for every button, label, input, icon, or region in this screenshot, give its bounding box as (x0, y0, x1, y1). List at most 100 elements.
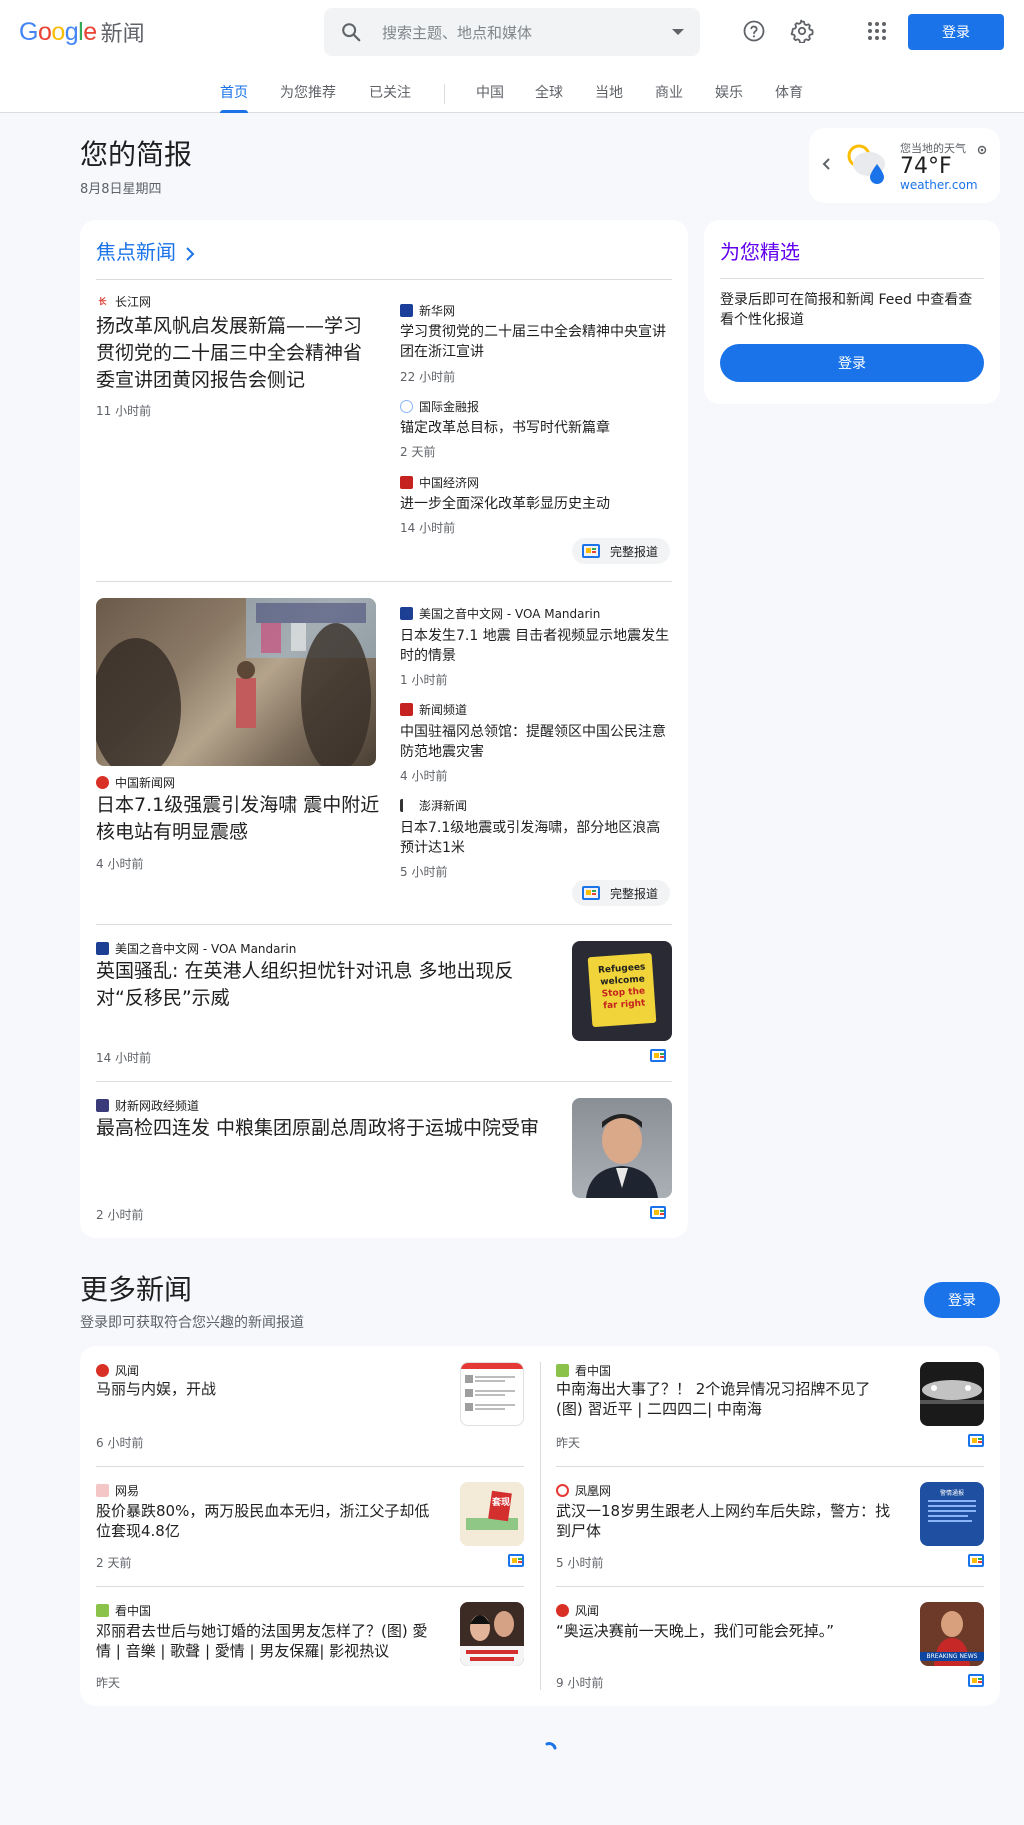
weather-source-link[interactable]: weather.com (900, 178, 978, 192)
official-portrait-image[interactable] (572, 1098, 672, 1198)
full-coverage-icon[interactable] (650, 1206, 666, 1219)
headline-link[interactable]: “奥运决赛前一天晚上，我们可能会死掉。” (556, 1621, 896, 1641)
picks-sign-in-button[interactable]: 登录 (720, 344, 984, 382)
headline-link[interactable]: 中南海出大事了？！ 2个诡异情况习招牌不见了(图) 習近平 | 二四四二| 中南… (556, 1379, 896, 1419)
headline-link[interactable]: 邓丽君去世后与她订婚的法国男友怎样了？(图) 愛情 | 音樂 | 歌聲 | 愛情… (96, 1621, 436, 1661)
headline-link[interactable]: 武汉一18岁男生跟老人上网约车后失踪，警方：找到尸体 (556, 1501, 896, 1541)
headline-link[interactable]: 马丽与内娱，开战 (96, 1379, 436, 1399)
more-news-sign-in-button[interactable]: 登录 (924, 1282, 1000, 1318)
apps-grid-icon[interactable] (865, 19, 889, 43)
more-news-title: 更多新闻 (80, 1273, 193, 1306)
source-label[interactable]: 看中国 (96, 1602, 151, 1619)
help-icon[interactable] (742, 19, 766, 43)
zhongnanhai-night-image[interactable] (920, 1362, 984, 1426)
headline-link[interactable]: 日本发生7.1 地震 目击者视频显示地震发生时的情景 (400, 626, 670, 666)
source-label[interactable]: 中国经济网 (400, 474, 479, 491)
source-label[interactable]: 美国之音中文网 - VOA Mandarin (96, 940, 296, 957)
headline-link[interactable]: 锚定改革总目标，书写时代新篇章 (400, 418, 670, 438)
weibo-screenshot-image[interactable] (460, 1362, 524, 1426)
full-coverage-icon[interactable] (508, 1554, 524, 1567)
settings-gear-icon[interactable] (790, 19, 814, 44)
source-name: 新闻频道 (419, 703, 468, 717)
timestamp: 昨天 (556, 1436, 581, 1450)
timestamp: 5 小时前 (400, 865, 448, 879)
headline-link[interactable]: 股价暴跌80%，两万股民血本无归，浙江父子却低位套现4.8亿 (96, 1501, 436, 1541)
tab-following[interactable]: 已关注 (369, 82, 411, 113)
search-input[interactable]: 搜索主题、地点和媒体 (382, 22, 672, 43)
full-coverage-icon[interactable] (650, 1049, 666, 1062)
timestamp: 9 小时前 (556, 1676, 604, 1690)
column-divider (540, 1362, 541, 1690)
timestamp: 4 小时前 (400, 769, 448, 783)
tab-china[interactable]: 中国 (476, 82, 504, 113)
section-tabs: 首页 为您推荐 已关注 中国 全球 当地 商业 娱乐 体育 (0, 82, 1024, 113)
headline-link[interactable]: 日本7.1级地震或引发海啸，部分地区浪高预计达1米 (400, 818, 670, 858)
headline-link[interactable]: 扬改革风帆启发展新篇——学习贯彻党的二十届三中全会精神省委宣讲团黄冈报告会侧记 (96, 313, 380, 394)
divider (96, 924, 672, 925)
divider (556, 1586, 984, 1587)
cash-out-image[interactable]: 套现 (460, 1482, 524, 1546)
search-icon[interactable] (340, 21, 362, 43)
source-label[interactable]: 财新网政经频道 (96, 1097, 199, 1114)
caixin-logo-icon (96, 1099, 109, 1112)
picks-description: 登录后即可在简报和新闻 Feed 中查看查看个性化报道 (720, 292, 973, 328)
tab-business[interactable]: 商业 (655, 82, 683, 113)
top-bar: Google 新闻 搜索主题、地点和媒体 登录 首页 为您推荐 已关注 中国 全… (0, 0, 1024, 113)
netease-logo-icon (96, 1484, 109, 1497)
cash-out-label: 套现 (492, 1498, 511, 1508)
tab-for-you[interactable]: 为您推荐 (280, 82, 336, 113)
teresa-teng-photo-image[interactable] (460, 1602, 524, 1666)
source-label[interactable]: 新华网 (400, 302, 455, 319)
tab-sports[interactable]: 体育 (775, 82, 803, 113)
source-name: 风闻 (575, 1604, 600, 1618)
search-dropdown-icon[interactable] (672, 29, 684, 35)
full-coverage-icon[interactable] (968, 1554, 984, 1567)
source-label[interactable]: 长 长江网 (96, 293, 151, 310)
divider (96, 1466, 524, 1467)
tab-entertainment[interactable]: 娱乐 (715, 82, 743, 113)
tab-home[interactable]: 首页 (220, 82, 248, 113)
google-news-logo[interactable]: Google 新闻 (19, 17, 145, 48)
sign-in-button[interactable]: 登录 (908, 14, 1004, 50)
divider (96, 581, 672, 582)
weather-widget[interactable]: 您当地的天气 74°F weather.com (809, 128, 1000, 203)
uk-protest-image[interactable]: Refugees welcome Stop the far right (572, 941, 672, 1041)
fengwen-logo-icon (556, 1604, 569, 1617)
headline-link[interactable]: 进一步全面深化改革彰显历史主动 (400, 494, 670, 514)
headline-link[interactable]: 学习贯彻党的二十届三中全会精神中央宣讲团在浙江宣讲 (400, 322, 670, 362)
full-coverage-icon[interactable] (968, 1674, 984, 1687)
chevron-left-icon[interactable] (819, 156, 835, 172)
voa-logo-icon (400, 607, 413, 620)
headline-link[interactable]: 日本7.1级强震引发海啸 震中附近核电站有明显震感 (96, 792, 380, 846)
search-box[interactable]: 搜索主题、地点和媒体 (324, 8, 700, 56)
chinanews-logo-icon (96, 776, 109, 789)
source-label[interactable]: 国际金融报 (400, 398, 479, 415)
full-coverage-button[interactable]: 完整报道 (572, 538, 671, 564)
source-label[interactable]: 中国新闻网 (96, 774, 175, 791)
tab-divider (444, 84, 445, 104)
headline-link[interactable]: 最高检四连发 中粮集团原副总周政将于运城中院受审 (96, 1115, 556, 1142)
source-label[interactable]: 看中国 (556, 1362, 611, 1379)
fengwen-logo-icon (96, 1364, 109, 1377)
source-label[interactable]: 风闻 (556, 1602, 599, 1619)
weather-temperature: 74°F (900, 154, 952, 179)
timestamp: 4 小时前 (96, 857, 144, 871)
source-label[interactable]: 澎湃新闻 (400, 797, 467, 814)
source-label[interactable]: 新闻频道 (400, 701, 467, 718)
source-name: 长江网 (115, 295, 152, 309)
tab-world[interactable]: 全球 (535, 82, 563, 113)
source-label[interactable]: 网易 (96, 1482, 139, 1499)
headline-link[interactable]: 中国驻福冈总领馆：提醒领区中国公民注意防范地震灾害 (400, 722, 670, 762)
source-label[interactable]: 凤凰网 (556, 1482, 611, 1499)
full-coverage-icon[interactable] (968, 1434, 984, 1447)
source-label[interactable]: 美国之音中文网 - VOA Mandarin (400, 605, 600, 622)
headline-link[interactable]: 英国骚乱: 在英港人组织担忧针对讯息 多地出现反对“反移民”示威 (96, 958, 556, 1012)
earthquake-story-image[interactable] (96, 598, 376, 766)
top-stories-link[interactable]: 焦点新闻 (96, 236, 196, 265)
source-label[interactable]: 风闻 (96, 1362, 139, 1379)
olympic-athlete-image[interactable]: BREAKING NEWS (920, 1602, 984, 1666)
protest-sign-text: Refugees welcome Stop the far right (590, 961, 655, 1013)
police-notice-image[interactable]: 警情通报 (920, 1482, 984, 1546)
full-coverage-button[interactable]: 完整报道 (572, 880, 671, 906)
tab-local[interactable]: 当地 (595, 82, 623, 113)
